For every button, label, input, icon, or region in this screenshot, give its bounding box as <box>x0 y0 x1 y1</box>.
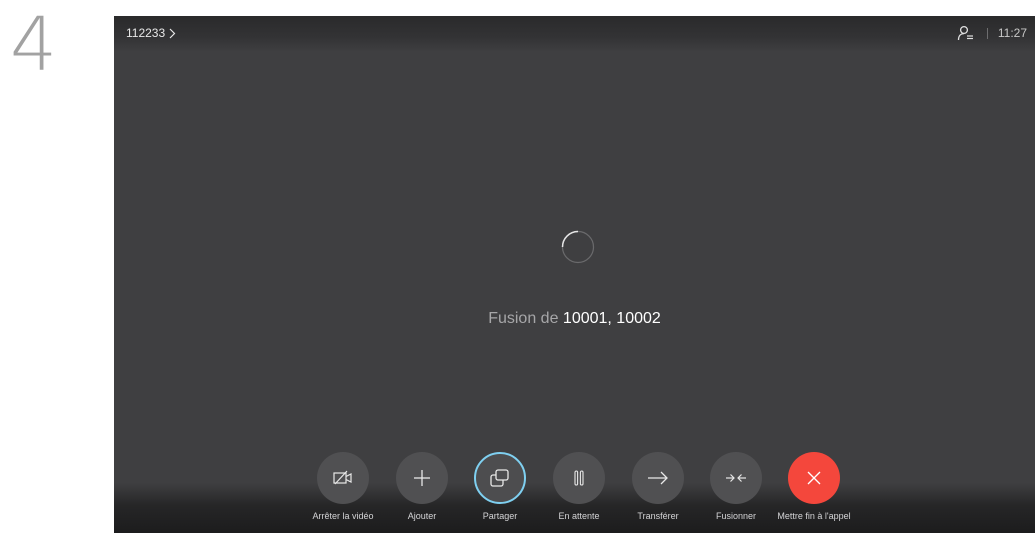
end-call-label: Mettre fin à l'appel <box>777 511 851 521</box>
status-numbers: 10001, 10002 <box>562 310 661 327</box>
merge-control[interactable]: Fusionner <box>693 452 779 521</box>
step-number: 4 <box>10 2 58 88</box>
hold-button[interactable] <box>553 452 605 504</box>
clock: 11:27 <box>997 26 1027 40</box>
end-call-button[interactable] <box>788 452 840 504</box>
status-prefix: Fusion de <box>488 310 559 327</box>
stop-video-label: Arrêter la vidéo <box>312 511 374 521</box>
divider <box>986 27 988 39</box>
participants-list-icon[interactable] <box>957 25 975 41</box>
video-off-icon <box>333 470 353 486</box>
call-screen: 112233 11:27 Fusion de 10001, 10002 Arrê… <box>114 16 1035 533</box>
hold-control[interactable]: En attente <box>536 452 622 521</box>
top-right-area: 11:27 <box>957 25 1027 41</box>
merge-label: Fusionner <box>715 511 757 521</box>
merge-icon <box>725 472 747 484</box>
stop-video-button[interactable] <box>317 452 369 504</box>
call-controls: Arrêter la vidéo Ajouter Partager En att… <box>114 452 1035 532</box>
share-control[interactable]: Partager <box>457 452 543 521</box>
hold-label: En attente <box>558 511 600 521</box>
end-call-control[interactable]: Mettre fin à l'appel <box>771 452 857 521</box>
share-label: Partager <box>482 511 518 521</box>
share-button[interactable] <box>474 452 526 504</box>
transfer-control[interactable]: Transférer <box>615 452 701 521</box>
stop-video-control[interactable]: Arrêter la vidéo <box>300 452 386 521</box>
top-bar <box>114 16 1035 52</box>
transfer-button[interactable] <box>632 452 684 504</box>
merge-button[interactable] <box>710 452 762 504</box>
add-control[interactable]: Ajouter <box>379 452 465 521</box>
call-id-breadcrumb[interactable]: 112233 <box>126 26 177 40</box>
chevron-right-icon <box>168 28 177 39</box>
call-id-label: 112233 <box>126 26 166 40</box>
add-button[interactable] <box>396 452 448 504</box>
pause-icon <box>573 470 585 486</box>
loading-spinner-icon <box>561 230 595 264</box>
plus-icon <box>413 469 431 487</box>
add-label: Ajouter <box>407 511 437 521</box>
transfer-label: Transférer <box>637 511 679 521</box>
close-icon <box>806 470 822 486</box>
share-icon <box>490 469 510 487</box>
arrow-right-icon <box>647 471 669 485</box>
merge-status: Fusion de 10001, 10002 <box>114 310 1035 328</box>
